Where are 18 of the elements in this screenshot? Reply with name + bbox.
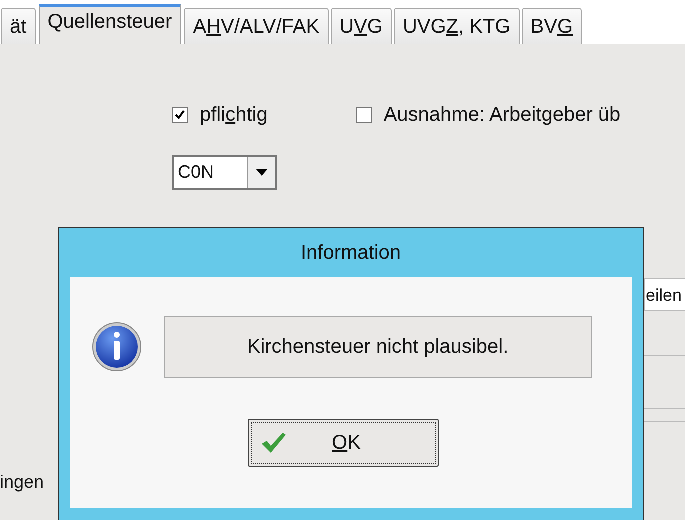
checkbox-label: pflichtig	[200, 103, 268, 128]
ok-button[interactable]: OK	[248, 419, 439, 467]
info-icon	[92, 322, 142, 372]
tab[interactable]: AHV/ALV/FAK	[184, 8, 329, 44]
checkbox-label: Ausnahme: Arbeitgeber üb	[384, 103, 621, 128]
tab[interactable]: UVG	[330, 8, 392, 44]
text-field[interactable]: eilen	[644, 278, 685, 311]
checkbox[interactable]	[356, 107, 372, 123]
checkmark-icon	[261, 432, 287, 454]
tab[interactable]: UVGZ, KTG	[394, 8, 520, 44]
tab[interactable]: BVG	[522, 8, 582, 44]
dialog-title: Information	[300, 240, 402, 266]
field-label: ingen	[0, 471, 44, 494]
tab[interactable]: Quellensteuer	[38, 4, 182, 44]
message-text: Kirchensteuer nicht plausibel.	[164, 316, 592, 378]
checkbox[interactable]	[172, 107, 188, 123]
code-dropdown[interactable]: C0N	[172, 155, 277, 190]
tab[interactable]: ät	[1, 8, 36, 44]
